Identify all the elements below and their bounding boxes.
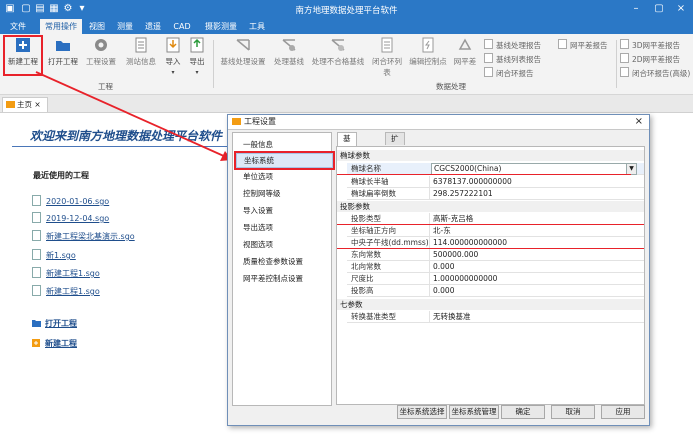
nav-view-options[interactable]: 视图选项 xyxy=(243,239,273,250)
section-seven-params: 七参数 xyxy=(337,299,644,310)
dialog-app-icon xyxy=(232,118,241,125)
row-inverse-flattening[interactable]: 椭球扁率倒数 298.257222101 xyxy=(347,188,644,200)
projection-type-key: 投影类型 xyxy=(351,214,381,223)
false-easting-value: 500000.000 xyxy=(433,250,479,259)
false-easting-key: 东向常数 xyxy=(351,250,381,259)
false-northing-value: 0.000 xyxy=(433,262,455,271)
nav-quality-check[interactable]: 质量检查参数设置 xyxy=(243,256,303,267)
row-scale-factor[interactable]: 尺度比 1.000000000000 xyxy=(347,273,644,285)
semi-major-key: 椭球长半轴 xyxy=(351,177,389,186)
manage-coord-system-button[interactable]: 坐标系统管理 xyxy=(449,405,499,419)
ok-button[interactable]: 确定 xyxy=(501,405,545,419)
scale-factor-value: 1.000000000000 xyxy=(433,274,498,283)
nav-coordinate-system[interactable]: 坐标系统 xyxy=(234,151,335,170)
nav-network-grade[interactable]: 控制网等级 xyxy=(243,188,281,199)
central-meridian-key: 中央子午线(dd.mmss) xyxy=(351,238,429,247)
dialog-title-bar: 工程设置 × xyxy=(228,115,649,130)
apply-button[interactable]: 应用 xyxy=(601,405,645,419)
inverse-flattening-key: 椭球扁率倒数 xyxy=(351,189,396,198)
row-projection-height[interactable]: 投影高 0.000 xyxy=(347,285,644,297)
axis-direction-key: 坐标轴正方向 xyxy=(351,226,396,235)
ellipsoid-select-value: CGCS2000(China) xyxy=(434,164,502,173)
section-projection: 投影参数 xyxy=(337,201,644,212)
projection-height-value: 0.000 xyxy=(433,286,455,295)
row-false-northing[interactable]: 北向常数 0.000 xyxy=(347,261,644,273)
semi-major-value: 6378137.000000000 xyxy=(433,177,512,186)
false-northing-key: 北向常数 xyxy=(351,262,381,271)
projection-type-value: 高斯-克吕格 xyxy=(433,214,474,223)
tab-basic-params[interactable]: 基本参数 xyxy=(337,132,357,179)
nav-import-settings[interactable]: 导入设置 xyxy=(243,205,273,216)
nav-general-info[interactable]: 一般信息 xyxy=(243,139,273,150)
row-transform-type[interactable]: 转换基准类型 无转换基准 xyxy=(347,311,644,323)
dialog-title: 工程设置 xyxy=(244,117,276,126)
scale-factor-key: 尺度比 xyxy=(351,274,374,283)
cancel-button[interactable]: 取消 xyxy=(551,405,595,419)
ellipsoid-name-key: 椭球名称 xyxy=(351,164,381,173)
row-axis-direction[interactable]: 坐标轴正方向 北-东 xyxy=(347,225,644,237)
settings-nav: 一般信息 坐标系统 单位选项 控制网等级 导入设置 导出选项 视图选项 质量检查… xyxy=(232,132,335,406)
inverse-flattening-value: 298.257222101 xyxy=(433,189,493,198)
dialog-close-icon[interactable]: × xyxy=(635,115,643,129)
transform-type-key: 转换基准类型 xyxy=(351,312,396,321)
row-false-easting[interactable]: 东向常数 500000.000 xyxy=(347,249,644,261)
nav-control-point-settings[interactable]: 网平差控制点设置 xyxy=(243,273,303,284)
axis-direction-value: 北-东 xyxy=(433,226,451,235)
chevron-down-icon[interactable]: ▼ xyxy=(626,164,636,174)
property-grid: 椭球参数 椭球名称 CGCS2000(China) ▼ 椭球长半轴 6378137… xyxy=(336,146,645,405)
central-meridian-value: 114.000000000000 xyxy=(433,238,507,247)
project-settings-dialog: 工程设置 × 一般信息 坐标系统 单位选项 控制网等级 导入设置 导出选项 视图… xyxy=(227,114,650,426)
nav-unit-options[interactable]: 单位选项 xyxy=(243,171,273,182)
section-ellipsoid: 椭球参数 xyxy=(337,150,644,161)
select-coord-system-button[interactable]: 坐标系统选择 xyxy=(397,405,447,419)
tab-extended-params[interactable]: 扩展参数 xyxy=(385,132,405,179)
projection-height-key: 投影高 xyxy=(351,286,374,295)
row-semi-major[interactable]: 椭球长半轴 6378137.000000000 xyxy=(347,176,644,188)
nav-export-options[interactable]: 导出选项 xyxy=(243,222,273,233)
highlight-underline xyxy=(337,174,631,175)
transform-type-value: 无转换基准 xyxy=(433,312,471,321)
